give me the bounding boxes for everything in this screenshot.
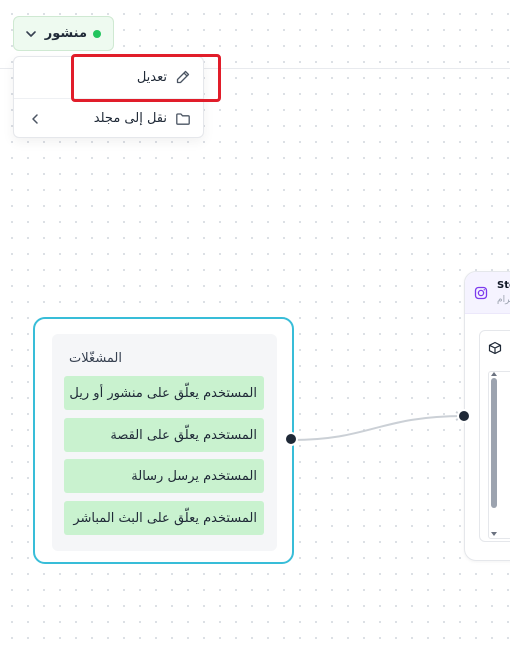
output-handle[interactable]	[284, 432, 298, 446]
trigger-item[interactable]: المستخدم يرسل رسالة	[64, 459, 264, 493]
trigger-item[interactable]: المستخدم يعلّق على منشور أو ريل	[64, 376, 264, 410]
trigger-title: المشغّلات	[69, 351, 122, 366]
scrollbar[interactable]	[491, 378, 497, 508]
input-handle[interactable]	[457, 409, 471, 423]
trigger-item[interactable]: المستخدم يعلّق على القصة	[64, 418, 264, 452]
node-title: Ste	[497, 280, 510, 291]
node-panel	[479, 330, 510, 542]
node-list-box[interactable]	[488, 371, 510, 539]
instagram-icon	[474, 286, 488, 300]
trigger-item[interactable]: المستخدم يعلّق على البث المباشر	[64, 501, 264, 535]
scroll-down-icon[interactable]	[491, 532, 497, 536]
node-header: Ste غرام	[465, 272, 510, 314]
node-subtitle: غرام	[497, 295, 510, 305]
scroll-up-icon[interactable]	[491, 372, 497, 376]
trigger-node[interactable]: المشغّلات المستخدم يعلّق على منشور أو ري…	[33, 317, 294, 564]
trigger-list-panel: المشغّلات المستخدم يعلّق على منشور أو ري…	[52, 334, 277, 551]
cube-icon	[488, 341, 502, 355]
